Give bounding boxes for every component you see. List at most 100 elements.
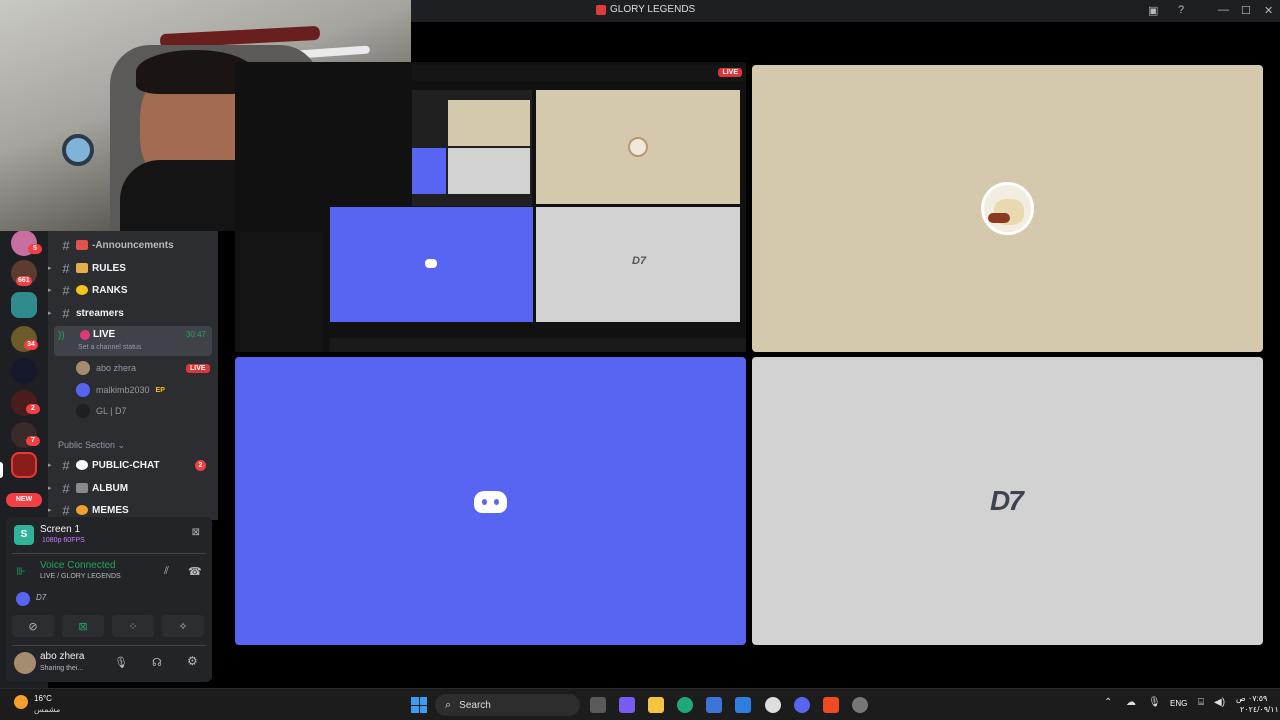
channel-status-placeholder[interactable]: Set a channel status [78,344,141,351]
category-name: Public Section [58,440,116,450]
start-pane [419,705,427,713]
taskbar-search[interactable]: ⌕ Search [435,694,580,716]
voice-member[interactable]: abo zhera LIVE [76,359,210,377]
window-title: GLORY LEGENDS [596,4,695,15]
user-avatar[interactable] [14,652,36,674]
nested-stream-grid [412,90,532,206]
microsoft-store-icon[interactable] [706,697,722,713]
brave-browser-icon[interactable] [823,697,839,713]
copilot-icon[interactable] [619,697,635,713]
minimize-button[interactable]: — [1218,4,1229,16]
disconnect-icon[interactable]: ☎ [188,565,202,578]
weather-condition: مشمس [34,705,61,714]
avatar [76,404,90,418]
nested-taskbar [330,338,746,352]
server-icon[interactable] [11,358,37,384]
app-icon[interactable] [852,697,868,713]
avatar [76,361,90,375]
channel-name: streamers [76,307,124,319]
activities-button[interactable]: ⁘ [112,615,154,637]
server-icon[interactable] [11,292,37,318]
inbox-icon[interactable]: ▣ [1148,4,1158,17]
participant-tile[interactable] [235,357,746,645]
windows-start-icon[interactable] [411,697,427,713]
maximize-button[interactable]: ☐ [1241,4,1251,17]
d7-logo-icon: D7 [990,485,1024,516]
channel-album[interactable]: ▸ # ALBUM [48,478,218,498]
voice-member[interactable]: malkimb2030 EP [76,381,165,399]
server-icon-glory-legends[interactable] [11,452,37,478]
stop-stream-icon[interactable]: ⊠ [192,527,200,538]
connection-signal-icon: ⊪ [16,566,26,578]
channel-name: ALBUM [92,482,129,494]
channel-name: RANKS [92,284,128,296]
mention-badge: 7 [26,436,40,446]
channel-name: -Announcements [92,239,174,251]
channel-name: RULES [92,262,126,274]
search-label: Search [459,699,491,711]
frog-avatar-icon [981,182,1034,235]
headphones-icon[interactable]: ☊ [152,656,162,669]
window-title-text: GLORY LEGENDS [610,4,696,15]
hash-icon: # [62,480,70,496]
voice-channel-live[interactable]: )) LIVE 30:47 Set a channel status [54,326,212,356]
volume-icon[interactable]: ◀) [1214,697,1225,708]
discord-avatar-icon [76,383,90,397]
mention-badge: 34 [24,340,38,350]
channel-ranks[interactable]: ▸ # RANKS [48,280,218,300]
live-badge: LIVE [186,363,210,373]
channel-public-chat[interactable]: ▸ # PUBLIC-CHAT 2 [48,455,218,475]
network-icon[interactable]: ⌸ [1198,697,1204,708]
stream-preview-nested: LIVE D7 [235,62,746,352]
discord-taskbar-icon[interactable] [794,697,810,713]
nested-tile-beige [536,90,740,204]
discord-logo-icon [425,259,437,268]
mention-badge: 2 [26,404,40,414]
category-public-section[interactable]: Public Section ⌄ [58,440,125,451]
steam-icon[interactable] [765,697,781,713]
discord-avatar-icon [16,592,30,606]
input-language[interactable]: ENG [1170,699,1187,708]
edge-browser-icon[interactable] [677,697,693,713]
file-explorer-icon[interactable] [648,697,664,713]
voice-member[interactable]: GL | D7 [76,402,127,420]
search-icon: ⌕ [445,698,452,711]
microphone-tray-icon[interactable]: 🎙︎ [1148,697,1161,708]
participant-tile[interactable]: D7 [752,357,1263,645]
d7-logo-icon: D7 [632,255,647,267]
settings-gear-icon[interactable]: ⚙ [187,654,198,668]
channel-announcements[interactable]: # -Announcements [48,235,218,255]
stream-quality: 1080p 60FPS [42,537,85,544]
nested-tile-grey: D7 [536,207,740,322]
task-view-icon[interactable] [590,697,606,713]
unread-count-badge: 2 [195,459,206,471]
selected-server-indicator [0,462,3,478]
show-hidden-icons-chevron-icon[interactable]: ⌃ [1104,697,1112,708]
channel-rules[interactable]: ▸ # RULES [48,258,218,278]
clock-time[interactable]: ٠٧:٥٩ ص [1236,694,1267,703]
nested-tile [412,148,446,194]
star-icon [76,285,88,295]
clock-date[interactable]: ٢٠٢٤/٠٩/١١ [1240,705,1279,714]
member-name: malkimb2030 [96,385,150,395]
screen-share-thumbnail: S [14,525,34,545]
help-icon[interactable]: ? [1178,4,1184,16]
channel-streamers[interactable]: ▸ # streamers [48,303,218,323]
weather-temperature: 16°C [34,694,52,703]
camera-off-button[interactable]: ⊘ [12,615,54,637]
screen-share-button[interactable]: ⊠ [62,615,104,637]
close-button[interactable]: ✕ [1264,4,1273,17]
noise-suppression-icon[interactable]: ⫽ [164,565,169,578]
nested-sidebar [235,232,323,352]
emoji-icon [76,505,88,515]
participant-tile[interactable] [752,65,1263,352]
mail-icon[interactable] [735,697,751,713]
channel-name: MEMES [92,504,129,516]
onedrive-icon[interactable]: ☁ [1126,697,1136,708]
voice-channel-path[interactable]: LIVE / GLORY LEGENDS [40,573,121,580]
microphone-icon[interactable]: 🎙︎ [114,656,128,669]
soundboard-button[interactable]: ✧ [162,615,204,637]
weather-sun-icon[interactable] [14,695,28,709]
hash-icon: # [62,502,70,518]
megaphone-icon [76,240,88,250]
